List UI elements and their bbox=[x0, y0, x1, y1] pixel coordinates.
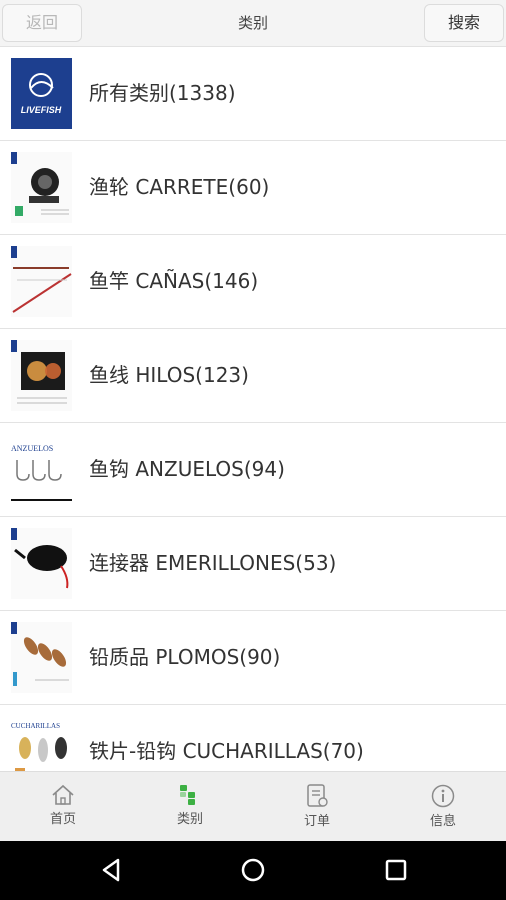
category-label: 鱼线 HILOS(123) bbox=[89, 363, 249, 387]
tab-label: 类别 bbox=[176, 812, 203, 827]
thumb-caption: CUCHARILLAS bbox=[11, 722, 60, 730]
category-list: LIVEFISH 所有类别(1338) 渔轮 CARRETE(60) 鱼竿 CA… bbox=[0, 47, 506, 771]
order-icon bbox=[307, 784, 328, 807]
thumb-caption: ANZUELOS bbox=[11, 444, 53, 453]
category-label: 鱼钩 ANZUELOS(94) bbox=[89, 457, 285, 481]
swivel-thumb bbox=[11, 528, 72, 599]
tab-label: 首页 bbox=[49, 812, 76, 827]
home-circle-icon[interactable] bbox=[238, 855, 268, 885]
list-item-emerillones[interactable]: 连接器 EMERILLONES(53) bbox=[0, 517, 506, 611]
tab-home[interactable]: 首页 bbox=[0, 772, 126, 842]
top-bar: 返回 类别 搜索 bbox=[0, 0, 506, 47]
tab-label: 订单 bbox=[303, 814, 330, 829]
bottom-tab-bar: 首页 类别 订单 信息 bbox=[0, 771, 506, 842]
spoons-thumb: CUCHARILLAS bbox=[11, 716, 72, 771]
category-icon bbox=[180, 785, 195, 805]
category-label: 鱼竿 CAÑAS(146) bbox=[89, 269, 259, 293]
livefish-logo-thumb: LIVEFISH bbox=[11, 58, 72, 129]
tab-order[interactable]: 订单 bbox=[254, 772, 380, 842]
recents-square-icon[interactable] bbox=[381, 855, 411, 885]
list-item-canas[interactable]: 鱼竿 CAÑAS(146) bbox=[0, 235, 506, 329]
list-item-carrete[interactable]: 渔轮 CARRETE(60) bbox=[0, 141, 506, 235]
tab-info[interactable]: 信息 bbox=[380, 772, 506, 842]
category-label: 连接器 EMERILLONES(53) bbox=[89, 551, 337, 575]
tab-label: 信息 bbox=[429, 814, 456, 829]
category-label: 铁片-铅钩 CUCHARILLAS(70) bbox=[89, 739, 364, 763]
reel-thumb bbox=[11, 152, 72, 223]
category-label: 所有类别(1338) bbox=[89, 81, 236, 105]
rod-thumb bbox=[11, 246, 72, 317]
list-item-all[interactable]: LIVEFISH 所有类别(1338) bbox=[0, 47, 506, 141]
system-navigation-bar bbox=[0, 841, 506, 900]
info-icon bbox=[431, 784, 455, 808]
sinkers-thumb bbox=[11, 622, 72, 693]
tab-category[interactable]: 类别 bbox=[127, 772, 253, 842]
list-item-cucharillas[interactable]: CUCHARILLAS 铁片-铅钩 CUCHARILLAS(70) bbox=[0, 705, 506, 771]
logo-wordmark: LIVEFISH bbox=[21, 105, 62, 115]
back-button[interactable]: 返回 bbox=[2, 4, 82, 42]
list-item-plomos[interactable]: 铅质品 PLOMOS(90) bbox=[0, 611, 506, 705]
line-spool-thumb bbox=[11, 340, 72, 411]
home-icon bbox=[52, 784, 74, 805]
list-item-hilos[interactable]: 鱼线 HILOS(123) bbox=[0, 329, 506, 423]
list-item-anzuelos[interactable]: ANZUELOS 鱼钩 ANZUELOS(94) bbox=[0, 423, 506, 517]
back-triangle-icon[interactable] bbox=[96, 855, 126, 885]
search-button[interactable]: 搜索 bbox=[424, 4, 504, 42]
hooks-thumb: ANZUELOS bbox=[11, 434, 72, 505]
category-label: 渔轮 CARRETE(60) bbox=[89, 175, 270, 199]
category-label: 铅质品 PLOMOS(90) bbox=[89, 645, 281, 669]
